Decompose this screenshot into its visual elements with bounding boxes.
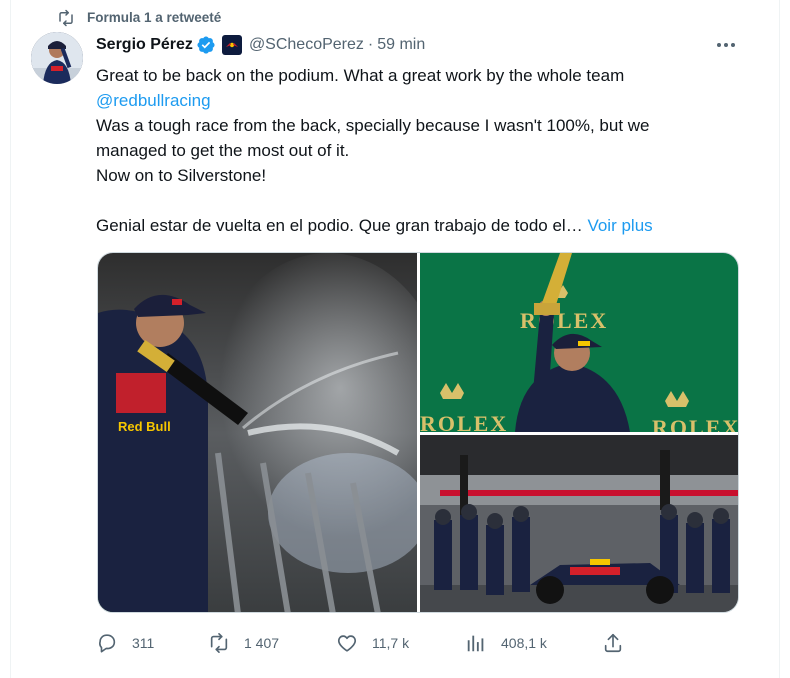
tweet-text-line: managed to get the most out of it. bbox=[96, 141, 350, 160]
tweet-text-line: Great to be back on the podium. What a g… bbox=[96, 66, 625, 85]
photo2-rolex-text: ROLEX bbox=[652, 415, 739, 432]
author-handle[interactable]: @SChecoPerez bbox=[249, 36, 364, 54]
tweet-timestamp[interactable]: 59 min bbox=[377, 36, 425, 54]
author-name[interactable]: Sergio Pérez bbox=[96, 36, 193, 54]
see-more-link[interactable]: Voir plus bbox=[587, 216, 652, 235]
mention-link[interactable]: @redbullracing bbox=[96, 88, 736, 113]
photo1-sponsor-text: Red Bull bbox=[118, 419, 171, 434]
views-count: 408,1 k bbox=[501, 635, 547, 651]
avatar[interactable] bbox=[31, 32, 83, 84]
tweet-text-line: Genial estar de vuelta en el podio. Que … bbox=[96, 213, 736, 238]
tweet-text-spanish: Genial estar de vuelta en el podio. Que … bbox=[96, 216, 583, 235]
photo-champagne-celebration[interactable]: Red Bull bbox=[98, 253, 417, 612]
retweet-button[interactable]: 1 407 bbox=[208, 630, 279, 656]
tweet-text-line: Was a tough race from the back, speciall… bbox=[96, 116, 650, 135]
retweet-icon bbox=[56, 9, 76, 27]
retweet-action-icon bbox=[210, 633, 228, 653]
media-grid: Red Bull ROLEX ROLEX ROLEX bbox=[97, 252, 739, 613]
analytics-icon bbox=[467, 635, 484, 652]
views-button[interactable]: 408,1 k bbox=[465, 630, 547, 656]
tweet-text: Great to be back on the podium. What a g… bbox=[96, 63, 736, 238]
tweet-text-line: Now on to Silverstone! bbox=[96, 166, 267, 185]
photo2-rolex-text: ROLEX bbox=[420, 411, 508, 432]
more-icon bbox=[717, 43, 735, 47]
share-button[interactable] bbox=[602, 630, 624, 656]
photo-pit-stop[interactable] bbox=[420, 435, 738, 612]
header-separator: · bbox=[367, 36, 374, 53]
verified-badge-icon[interactable] bbox=[196, 35, 216, 55]
more-options-button[interactable] bbox=[712, 36, 740, 54]
reply-count: 311 bbox=[132, 635, 155, 651]
like-count: 11,7 k bbox=[372, 635, 410, 651]
red-bull-racing-badge-icon[interactable] bbox=[221, 35, 242, 55]
retweet-count: 1 407 bbox=[244, 635, 280, 651]
retweet-context-label: Formula 1 a retweeté bbox=[87, 10, 222, 25]
reply-icon bbox=[99, 634, 116, 653]
like-button[interactable]: 11,7 k bbox=[336, 630, 409, 656]
heart-icon bbox=[337, 635, 357, 652]
photo-trophy-podium[interactable]: ROLEX ROLEX ROLEX bbox=[420, 253, 739, 432]
share-icon bbox=[604, 633, 622, 653]
tweet-header: Sergio Pérez @SChecoPerez · 59 min bbox=[96, 34, 425, 56]
photo2-rolex-text: ROLEX bbox=[520, 308, 608, 333]
reply-button[interactable]: 311 bbox=[96, 630, 154, 656]
tweet-actions: 311 1 407 11,7 k 408,1 k bbox=[96, 630, 736, 656]
